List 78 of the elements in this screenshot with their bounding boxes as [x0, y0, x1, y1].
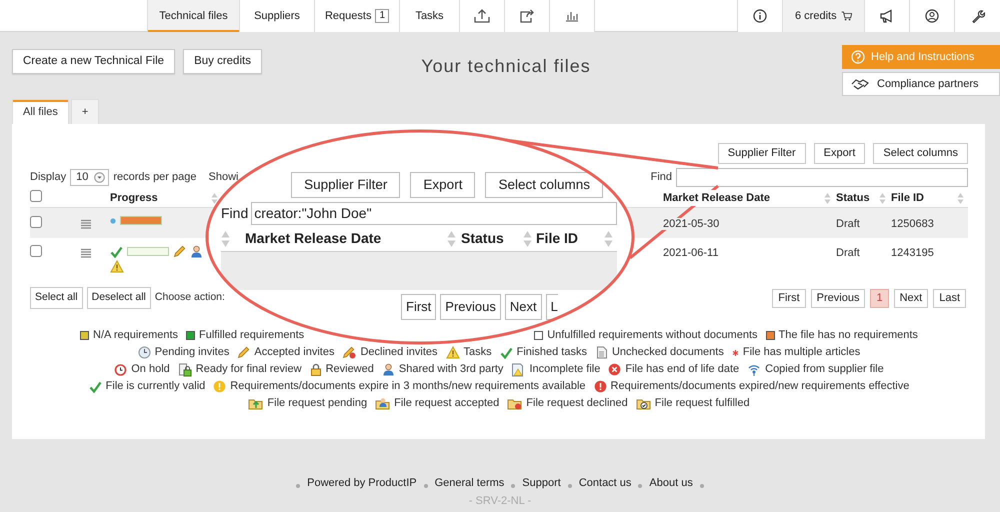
table-cell: 1243195 [890, 247, 935, 259]
pagination-button[interactable]: Next [894, 288, 928, 308]
legend-label: File request declined [526, 396, 628, 412]
legend-label: Ready for final review [196, 362, 302, 378]
toolbar-button[interactable]: Export [410, 172, 476, 198]
legend-label: File request fulfilled [654, 396, 750, 412]
pagination-button[interactable]: Previous [810, 288, 866, 308]
nav-tab[interactable]: Suppliers [240, 0, 315, 32]
footer-link[interactable]: About us [649, 475, 693, 492]
column-header[interactable]: File ID [536, 228, 578, 249]
pagination-button[interactable]: Last [933, 288, 966, 308]
showing-text: Showi [208, 170, 238, 185]
footer-link[interactable]: Support [522, 475, 561, 492]
pagination-button[interactable]: First [401, 294, 436, 320]
column-header[interactable]: Market Release Date [662, 190, 772, 206]
action-button[interactable]: Buy credits [183, 49, 262, 74]
legend-label: Finished tasks [516, 345, 587, 360]
records-select[interactable]: 10 [70, 168, 110, 186]
column-header[interactable]: Market Release Date [245, 228, 382, 249]
legend-label: Fulfilled requirements [199, 328, 304, 344]
action-button[interactable]: Create a new Technical File [12, 49, 176, 74]
legend-label: File has end of life date [625, 362, 740, 378]
pagination-button[interactable]: L [546, 294, 558, 320]
legend-label: File request pending [267, 396, 368, 412]
find-label: Find [221, 204, 248, 223]
credits-button[interactable]: 6 credits [783, 0, 865, 32]
nav-tab[interactable]: Tasks [400, 0, 460, 32]
file-tab[interactable]: All files [12, 99, 69, 124]
pagination-button[interactable]: Next [504, 294, 542, 320]
column-header[interactable]: Progress [110, 190, 158, 206]
toolbar-button[interactable]: Supplier Filter [718, 143, 806, 164]
column-header[interactable]: Status [461, 228, 504, 249]
server-label: - SRV-2-NL - [468, 494, 532, 508]
nav-tab[interactable]: Technical files [148, 0, 240, 32]
legend-label: File is currently valid [106, 379, 206, 394]
legend-label: On hold [131, 362, 170, 378]
legend-label: Copied from supplier file [765, 362, 884, 378]
legend-label: N/A requirements [93, 328, 178, 344]
table-cell: Draft [835, 247, 861, 259]
file-tab[interactable]: + [70, 99, 100, 124]
legend-label: Accepted invites [254, 345, 334, 360]
count-badge: 1 [375, 9, 390, 23]
bulk-button[interactable]: Deselect all [86, 287, 151, 309]
table-cell: 2021-05-30 [662, 218, 720, 230]
legend-label: Shared with 3rd party [398, 362, 504, 378]
legend-label: Declined invites [360, 345, 438, 360]
legend-label: Unchecked documents [612, 345, 724, 360]
legend-label: Unfulfilled requirements without documents [547, 328, 758, 344]
footer-link[interactable]: Contact us [578, 475, 632, 492]
footer-link[interactable]: General terms [434, 475, 504, 492]
table-cell: 1250683 [890, 218, 935, 230]
legend-label: File request accepted [394, 396, 500, 412]
legend-label: Pending invites [154, 345, 230, 360]
find-field[interactable]: creator:"John Doe" [251, 202, 617, 225]
legend-label: File has multiple articles [742, 345, 860, 360]
toolbar-button[interactable]: Select columns [485, 172, 603, 198]
toolbar-button[interactable]: Export [814, 143, 866, 164]
table-cell: 2021-06-11 [662, 247, 720, 259]
legend-label: Tasks [464, 345, 492, 360]
side-button[interactable]: Compliance partners [842, 72, 1000, 96]
display-label: records per page [113, 170, 196, 185]
bulk-button[interactable]: Select all [30, 287, 83, 309]
legend-label: Reviewed [326, 362, 374, 378]
toolbar-button[interactable]: Supplier Filter [291, 172, 400, 198]
legend-label: Requirements/documents expired/new requirements effective [610, 379, 910, 394]
nav-tab[interactable]: Requests 1 [315, 0, 400, 32]
table-cell: Draft [835, 218, 861, 230]
find-label: Find [650, 170, 672, 185]
toolbar-button[interactable]: Select columns [873, 143, 968, 164]
legend-label: Requirements/documents expire in 3 months/new requirements available [230, 379, 586, 394]
pagination-button[interactable]: First [772, 288, 806, 308]
choose-action-label: Choose action: [154, 290, 225, 306]
display-label: Display [30, 170, 66, 185]
legend-label: The file has no requirements [778, 328, 918, 344]
pagination-button[interactable]: Previous [440, 294, 501, 320]
legend-label: Incomplete file [529, 362, 600, 378]
page-title: Your technical files [421, 55, 591, 78]
footer-link[interactable]: Powered by ProductIP [307, 475, 417, 492]
